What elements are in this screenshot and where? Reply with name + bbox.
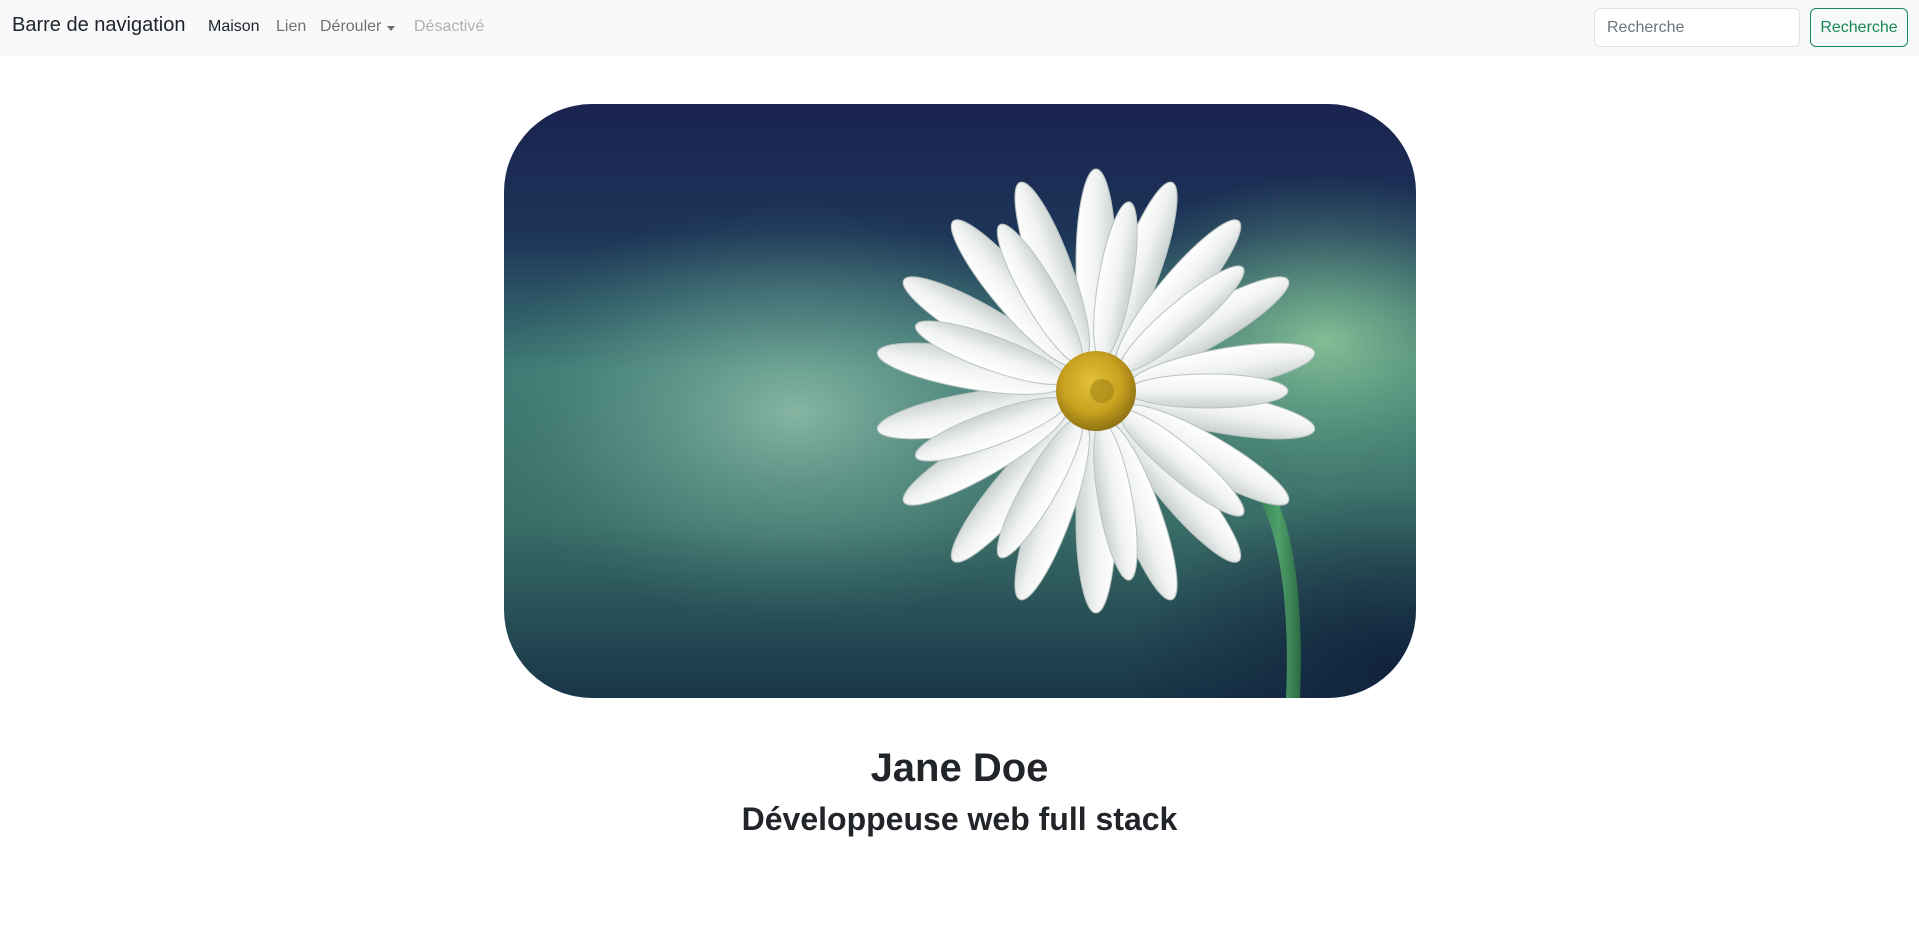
nav-item-dropdown[interactable]: Dérouler: [320, 18, 396, 36]
search-input[interactable]: [1594, 8, 1800, 47]
hero-image: [504, 104, 1416, 698]
chevron-down-icon: [387, 25, 396, 31]
profile-name: Jane Doe: [870, 746, 1049, 790]
profile-title: Développeuse web full stack: [741, 801, 1178, 837]
nav-item-dropdown-label: Dérouler: [320, 18, 382, 35]
search-button[interactable]: Recherche: [1810, 8, 1908, 47]
navbar: Barre de navigation Maison Lien Dérouler…: [0, 0, 1919, 56]
nav-item-disabled: Désactivé: [414, 18, 485, 35]
nav-item-link[interactable]: Lien: [276, 18, 306, 36]
navbar-brand[interactable]: Barre de navigation: [12, 14, 185, 37]
nav-item-home[interactable]: Maison: [208, 18, 260, 36]
daisy-image: [504, 104, 1416, 698]
